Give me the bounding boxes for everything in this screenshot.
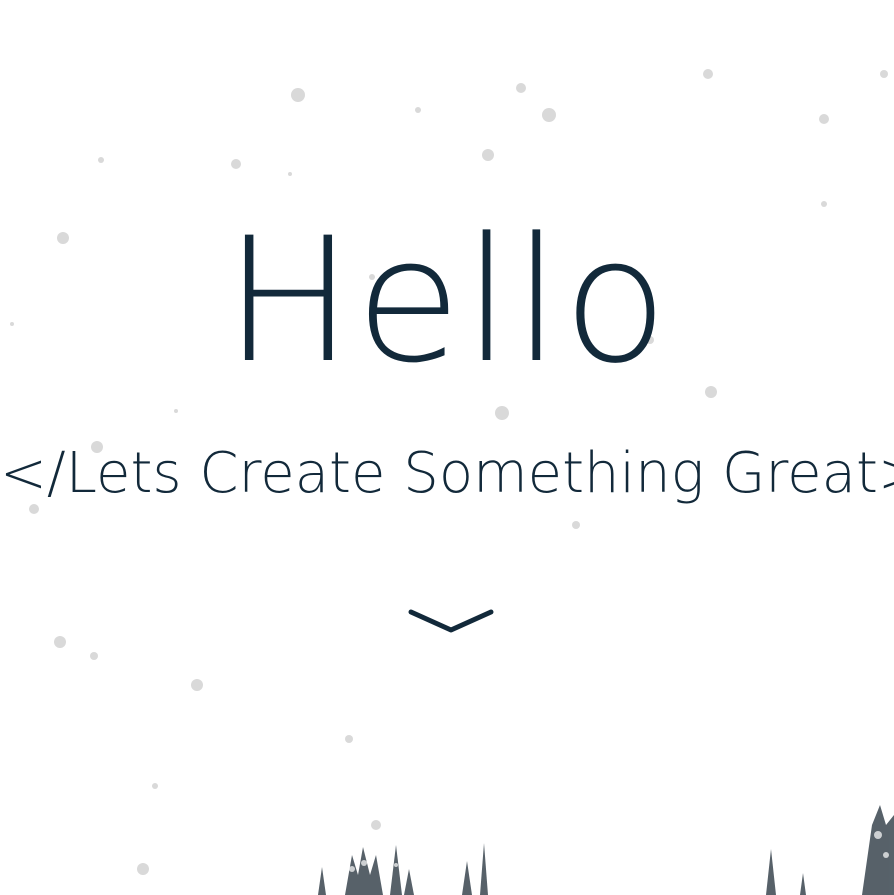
hero-tagline: </Lets Create Something Great> xyxy=(0,441,894,506)
scroll-down-button[interactable] xyxy=(405,598,497,642)
snowy-pine-trees xyxy=(318,805,894,895)
hero-headline: Hello xyxy=(224,200,670,401)
chevron-down-icon xyxy=(408,609,494,633)
hero-section: Hello </Lets Create Something Great> xyxy=(0,0,894,895)
